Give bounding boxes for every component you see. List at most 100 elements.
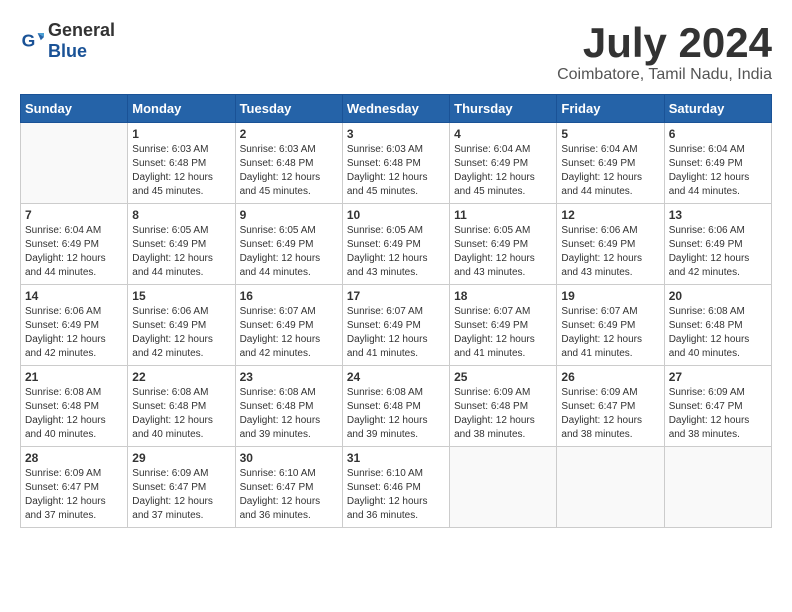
header: G General Blue July 2024 Coimbatore, Tam… [20,20,772,84]
calendar-cell: 5Sunrise: 6:04 AM Sunset: 6:49 PM Daylig… [557,123,664,204]
day-info: Sunrise: 6:06 AM Sunset: 6:49 PM Dayligh… [669,224,767,280]
calendar-cell: 19Sunrise: 6:07 AM Sunset: 6:49 PM Dayli… [557,285,664,366]
day-info: Sunrise: 6:07 AM Sunset: 6:49 PM Dayligh… [240,305,338,361]
day-number: 1 [132,127,230,141]
day-info: Sunrise: 6:08 AM Sunset: 6:48 PM Dayligh… [240,386,338,442]
calendar-cell: 29Sunrise: 6:09 AM Sunset: 6:47 PM Dayli… [128,447,235,528]
calendar-header: SundayMondayTuesdayWednesdayThursdayFrid… [21,95,772,123]
day-number: 11 [454,208,552,222]
calendar-cell: 23 Sunrise: 6:08 AM Sunset: 6:48 PM Dayli… [235,366,342,447]
calendar-week-1: 1 Sunrise: 6:03 AM Sunset: 6:48 PM Daylig… [21,123,772,204]
calendar-cell: 2 Sunrise: 6:03 AM Sunset: 6:48 PM Daylig… [235,123,342,204]
calendar-cell: 3 Sunrise: 6:03 AM Sunset: 6:48 PM Daylig… [342,123,449,204]
calendar-cell: 4Sunrise: 6:04 AM Sunset: 6:49 PM Daylig… [450,123,557,204]
calendar-cell: 25 Sunrise: 6:09 AM Sunset: 6:48 PM Dayli… [450,366,557,447]
day-number: 6 [669,127,767,141]
calendar-cell: 16 Sunrise: 6:07 AM Sunset: 6:49 PM Dayli… [235,285,342,366]
day-info: Sunrise: 6:08 AM Sunset: 6:48 PM Dayligh… [347,386,445,442]
logo-icon: G [20,29,44,53]
day-number: 31 [347,451,445,465]
logo-general: General [48,20,115,40]
day-info: Sunrise: 6:06 AM Sunset: 6:49 PM Dayligh… [132,305,230,361]
day-info: Sunrise: 6:06 AM Sunset: 6:49 PM Dayligh… [25,305,123,361]
calendar-cell: 8 Sunrise: 6:05 AM Sunset: 6:49 PM Daylig… [128,204,235,285]
day-info: Sunrise: 6:03 AM Sunset: 6:48 PM Dayligh… [240,143,338,199]
calendar-cell: 20 Sunrise: 6:08 AM Sunset: 6:48 PM Dayli… [664,285,771,366]
month-year-title: July 2024 [557,20,772,66]
day-info: Sunrise: 6:08 AM Sunset: 6:48 PM Dayligh… [132,386,230,442]
day-number: 19 [561,289,659,303]
calendar-week-2: 7 Sunrise: 6:04 AM Sunset: 6:49 PM Daylig… [21,204,772,285]
calendar-cell: 15Sunrise: 6:06 AM Sunset: 6:49 PM Dayli… [128,285,235,366]
calendar-cell: 7 Sunrise: 6:04 AM Sunset: 6:49 PM Daylig… [21,204,128,285]
day-number: 16 [240,289,338,303]
header-cell-saturday: Saturday [664,95,771,123]
day-info: Sunrise: 6:07 AM Sunset: 6:49 PM Dayligh… [454,305,552,361]
day-info: Sunrise: 6:08 AM Sunset: 6:48 PM Dayligh… [669,305,767,361]
calendar-cell: 31 Sunrise: 6:10 AM Sunset: 6:46 PM Dayli… [342,447,449,528]
day-number: 22 [132,370,230,384]
day-number: 20 [669,289,767,303]
day-info: Sunrise: 6:09 AM Sunset: 6:48 PM Dayligh… [454,386,552,442]
header-cell-wednesday: Wednesday [342,95,449,123]
day-number: 24 [347,370,445,384]
header-cell-thursday: Thursday [450,95,557,123]
calendar-cell: 10Sunrise: 6:05 AM Sunset: 6:49 PM Dayli… [342,204,449,285]
logo-blue: Blue [48,41,87,61]
day-info: Sunrise: 6:03 AM Sunset: 6:48 PM Dayligh… [132,143,230,199]
day-number: 17 [347,289,445,303]
calendar-body: 1 Sunrise: 6:03 AM Sunset: 6:48 PM Daylig… [21,123,772,528]
day-info: Sunrise: 6:06 AM Sunset: 6:49 PM Dayligh… [561,224,659,280]
day-number: 7 [25,208,123,222]
calendar-week-4: 21 Sunrise: 6:08 AM Sunset: 6:48 PM Dayli… [21,366,772,447]
day-number: 2 [240,127,338,141]
svg-text:G: G [22,31,36,51]
calendar-cell: 24 Sunrise: 6:08 AM Sunset: 6:48 PM Dayli… [342,366,449,447]
title-area: July 2024 Coimbatore, Tamil Nadu, India [557,20,772,84]
day-info: Sunrise: 6:10 AM Sunset: 6:47 PM Dayligh… [240,467,338,523]
day-info: Sunrise: 6:08 AM Sunset: 6:48 PM Dayligh… [25,386,123,442]
day-number: 3 [347,127,445,141]
day-info: Sunrise: 6:04 AM Sunset: 6:49 PM Dayligh… [25,224,123,280]
calendar-cell: 1 Sunrise: 6:03 AM Sunset: 6:48 PM Daylig… [128,123,235,204]
day-number: 8 [132,208,230,222]
day-number: 13 [669,208,767,222]
header-cell-tuesday: Tuesday [235,95,342,123]
day-number: 29 [132,451,230,465]
calendar-cell: 17 Sunrise: 6:07 AM Sunset: 6:49 PM Dayli… [342,285,449,366]
logo: G General Blue [20,20,115,62]
calendar-cell: 6Sunrise: 6:04 AM Sunset: 6:49 PM Daylig… [664,123,771,204]
header-cell-sunday: Sunday [21,95,128,123]
calendar-cell: 21 Sunrise: 6:08 AM Sunset: 6:48 PM Dayli… [21,366,128,447]
calendar-cell: 22 Sunrise: 6:08 AM Sunset: 6:48 PM Dayli… [128,366,235,447]
day-info: Sunrise: 6:05 AM Sunset: 6:49 PM Dayligh… [132,224,230,280]
location-subtitle: Coimbatore, Tamil Nadu, India [557,66,772,84]
day-number: 9 [240,208,338,222]
day-number: 28 [25,451,123,465]
header-row: SundayMondayTuesdayWednesdayThursdayFrid… [21,95,772,123]
calendar-cell: 9 Sunrise: 6:05 AM Sunset: 6:49 PM Daylig… [235,204,342,285]
calendar-cell: 12Sunrise: 6:06 AM Sunset: 6:49 PM Dayli… [557,204,664,285]
day-number: 27 [669,370,767,384]
day-info: Sunrise: 6:09 AM Sunset: 6:47 PM Dayligh… [669,386,767,442]
calendar-cell: 14Sunrise: 6:06 AM Sunset: 6:49 PM Dayli… [21,285,128,366]
header-cell-friday: Friday [557,95,664,123]
day-info: Sunrise: 6:09 AM Sunset: 6:47 PM Dayligh… [25,467,123,523]
calendar-cell: 26Sunrise: 6:09 AM Sunset: 6:47 PM Dayli… [557,366,664,447]
day-number: 25 [454,370,552,384]
day-info: Sunrise: 6:05 AM Sunset: 6:49 PM Dayligh… [347,224,445,280]
day-number: 4 [454,127,552,141]
calendar-cell: 13 Sunrise: 6:06 AM Sunset: 6:49 PM Dayli… [664,204,771,285]
day-info: Sunrise: 6:03 AM Sunset: 6:48 PM Dayligh… [347,143,445,199]
day-number: 5 [561,127,659,141]
day-number: 26 [561,370,659,384]
calendar-week-3: 14Sunrise: 6:06 AM Sunset: 6:49 PM Dayli… [21,285,772,366]
day-info: Sunrise: 6:10 AM Sunset: 6:46 PM Dayligh… [347,467,445,523]
header-cell-monday: Monday [128,95,235,123]
calendar-cell [450,447,557,528]
day-info: Sunrise: 6:07 AM Sunset: 6:49 PM Dayligh… [347,305,445,361]
calendar-cell: 11Sunrise: 6:05 AM Sunset: 6:49 PM Dayli… [450,204,557,285]
day-info: Sunrise: 6:05 AM Sunset: 6:49 PM Dayligh… [240,224,338,280]
day-number: 23 [240,370,338,384]
day-number: 21 [25,370,123,384]
